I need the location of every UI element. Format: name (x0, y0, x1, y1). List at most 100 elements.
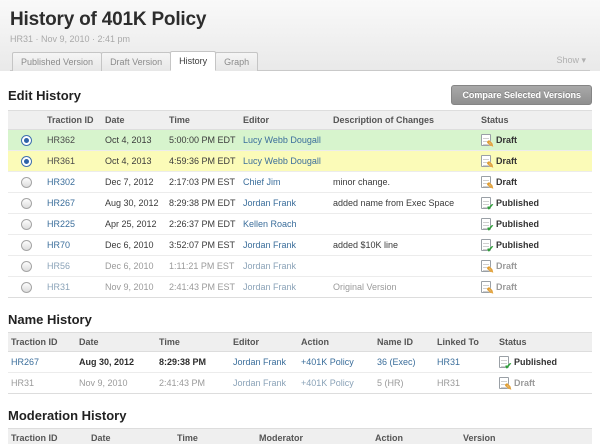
version-radio[interactable] (21, 282, 32, 293)
name-history-row: HR31 Nov 9, 2010 2:41:43 PM Jordan Frank… (8, 373, 592, 394)
tab-graph[interactable]: Graph (215, 52, 258, 71)
tab-published-version[interactable]: Published Version (12, 52, 102, 71)
status-badge: Draft (496, 282, 517, 292)
tab-draft-version[interactable]: Draft Version (101, 52, 171, 71)
col-status: Status (478, 111, 592, 130)
linked-to-link[interactable]: HR31 (437, 357, 460, 367)
change-description (330, 256, 478, 277)
status-badge: Draft (496, 135, 517, 145)
moderation-history-table: Traction ID Date Time Moderator Action V… (8, 428, 592, 444)
draft-icon: ✎ (481, 134, 491, 146)
traction-id-link[interactable]: HR267 (11, 357, 39, 367)
editor-link[interactable]: Jordan Frank (243, 240, 296, 250)
col-status: Status (496, 333, 592, 352)
status-badge: Draft (496, 156, 517, 166)
traction-id: HR362 (47, 135, 75, 145)
action-link[interactable]: +401K Policy (301, 357, 354, 367)
version-radio[interactable] (21, 261, 32, 272)
editor-link[interactable]: Jordan Frank (233, 357, 286, 367)
edit-time: 5:00:00 PM EDT (166, 130, 240, 151)
name-time: 2:41:43 PM (156, 373, 230, 394)
check-glyph: ✔ (486, 224, 494, 233)
traction-id-link[interactable]: HR225 (47, 219, 75, 229)
status-badge: Draft (496, 177, 517, 187)
traction-id-link[interactable]: HR31 (47, 282, 70, 292)
edit-history-table: Traction ID Date Time Editor Description… (8, 110, 592, 298)
edit-time: 8:29:38 PM EDT (166, 193, 240, 214)
status-badge: Draft (514, 378, 535, 388)
edit-date: Nov 9, 2010 (102, 277, 166, 298)
edit-date: Oct 4, 2013 (102, 130, 166, 151)
editor-link[interactable]: Kellen Roach (243, 219, 297, 229)
version-radio[interactable] (21, 177, 32, 188)
published-icon: ✔ (481, 218, 491, 230)
status-badge: Published (496, 198, 539, 208)
edit-time: 1:11:21 PM EST (166, 256, 240, 277)
editor-link[interactable]: Lucy Webb Dougall (243, 135, 321, 145)
traction-id: HR361 (47, 156, 75, 166)
edit-history-row: HR56 Dec 6, 2010 1:11:21 PM EST Jordan F… (8, 256, 592, 277)
tab-history[interactable]: History (170, 51, 216, 71)
col-traction-id: Traction ID (44, 111, 102, 130)
version-radio-selected[interactable] (21, 135, 32, 146)
page-header: History of 401K Policy HR31 · Nov 9, 201… (0, 0, 600, 71)
col-action: Action (298, 333, 374, 352)
name-history-row: HR267 Aug 30, 2012 8:29:38 PM Jordan Fra… (8, 352, 592, 373)
edit-date: Apr 25, 2012 (102, 214, 166, 235)
col-action: Action (372, 429, 460, 444)
published-icon: ✔ (499, 356, 509, 368)
editor-link[interactable]: Lucy Webb Dougall (243, 156, 321, 166)
change-description (330, 130, 478, 151)
col-editor: Editor (230, 333, 298, 352)
name-date: Aug 30, 2012 (76, 352, 156, 373)
edit-history-row: HR225 Apr 25, 2012 2:26:37 PM EDT Kellen… (8, 214, 592, 235)
editor-link[interactable]: Jordan Frank (243, 282, 296, 292)
page-title: History of 401K Policy (10, 9, 590, 31)
status-badge: Published (514, 357, 557, 367)
edit-history-heading: Edit History (8, 88, 81, 103)
editor-link[interactable]: Chief Jim (243, 177, 281, 187)
editor-link[interactable]: Jordan Frank (233, 378, 286, 388)
change-description: added $10K line (330, 235, 478, 256)
version-radio[interactable] (21, 198, 32, 209)
edit-history-row: HR302 Dec 7, 2012 2:17:03 PM EST Chief J… (8, 172, 592, 193)
version-radio[interactable] (21, 219, 32, 230)
edit-time: 4:59:36 PM EDT (166, 151, 240, 172)
edit-date: Oct 4, 2013 (102, 151, 166, 172)
change-description: Original Version (330, 277, 478, 298)
action-link[interactable]: +401K Policy (301, 378, 354, 388)
traction-id-link[interactable]: HR56 (47, 261, 70, 271)
traction-id-link[interactable]: HR267 (47, 198, 75, 208)
draft-icon: ✎ (481, 260, 491, 272)
editor-link[interactable]: Jordan Frank (243, 198, 296, 208)
pencil-glyph: ✎ (486, 161, 494, 170)
col-moderator: Moderator (256, 429, 372, 444)
col-linked-to: Linked To (434, 333, 496, 352)
pencil-glyph: ✎ (504, 383, 512, 392)
traction-id-link[interactable]: HR70 (47, 240, 70, 250)
show-dropdown[interactable]: Show ▾ (556, 55, 586, 66)
edit-history-row: HR361 Oct 4, 2013 4:59:36 PM EDT Lucy We… (8, 151, 592, 172)
col-name-id: Name ID (374, 333, 434, 352)
name-id-link[interactable]: 36 (Exec) (377, 357, 416, 367)
edit-history-row: HR70 Dec 6, 2010 3:52:07 PM EST Jordan F… (8, 235, 592, 256)
moderation-history-header-row: Traction ID Date Time Moderator Action V… (8, 429, 592, 444)
pencil-glyph: ✎ (486, 287, 494, 296)
editor-link[interactable]: Jordan Frank (243, 261, 296, 271)
version-radio-selected[interactable] (21, 156, 32, 167)
tab-bar: Published Version Draft Version History … (10, 51, 590, 71)
traction-id: HR31 (11, 378, 34, 388)
traction-id-link[interactable]: HR302 (47, 177, 75, 187)
draft-icon: ✎ (481, 176, 491, 188)
edit-time: 2:26:37 PM EDT (166, 214, 240, 235)
compare-selected-versions-button[interactable]: Compare Selected Versions (451, 85, 592, 105)
version-radio[interactable] (21, 240, 32, 251)
col-date: Date (102, 111, 166, 130)
pencil-glyph: ✎ (486, 140, 494, 149)
col-time: Time (174, 429, 256, 444)
col-version: Version (460, 429, 592, 444)
change-description (330, 151, 478, 172)
check-glyph: ✔ (504, 362, 512, 371)
col-date: Date (88, 429, 174, 444)
name-time: 8:29:38 PM (156, 352, 230, 373)
